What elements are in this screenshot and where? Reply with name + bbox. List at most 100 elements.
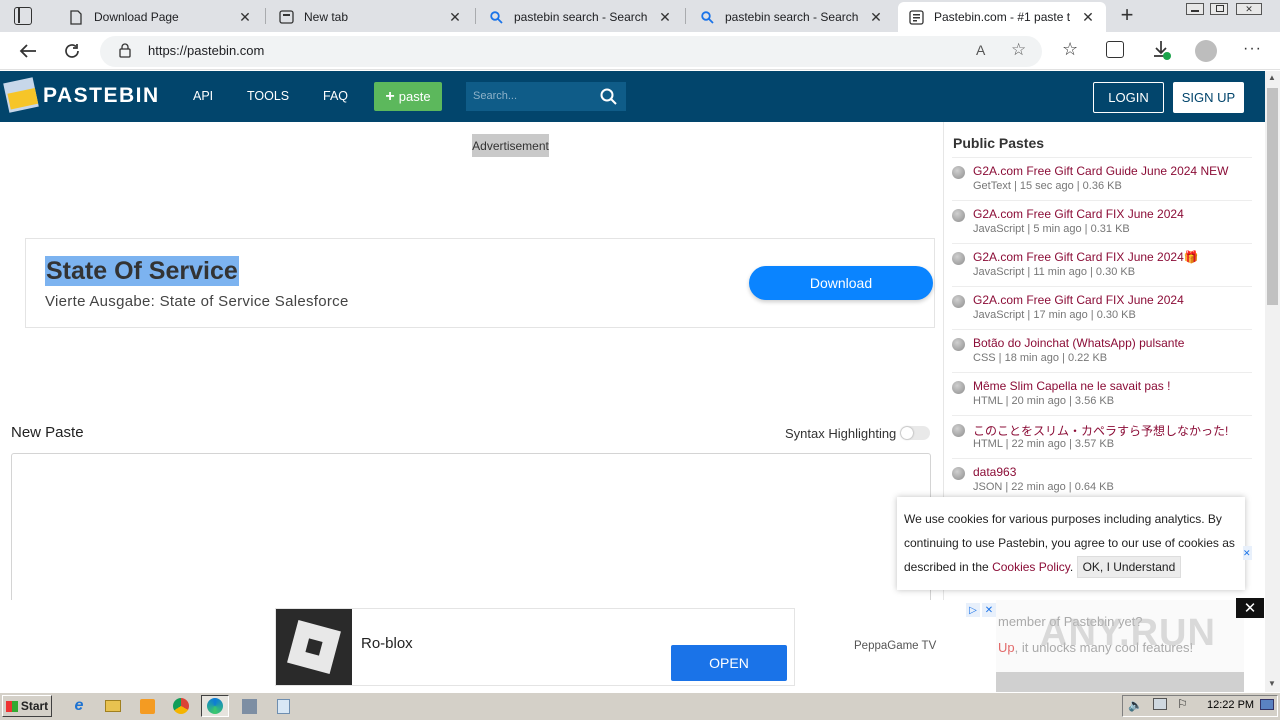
list-item[interactable]: Même Slim Capella ne le savait pas ! HTML… <box>952 372 1252 415</box>
tab-label: pastebin search - Search <box>514 10 648 24</box>
list-item[interactable]: このことをスリム・カペラすら予想しなかった! HTML | 22 min ago … <box>952 415 1252 458</box>
tab-pastebin-search-1[interactable]: pastebin search - Search ✕ <box>478 2 683 32</box>
tab-divider <box>475 8 476 24</box>
login-button[interactable]: LOGIN <box>1093 82 1164 113</box>
paste-title[interactable]: Botão do Joinchat (WhatsApp) pulsante <box>973 336 1184 350</box>
file-explorer-icon[interactable] <box>102 696 124 716</box>
scrollbar-thumb[interactable] <box>1267 88 1278 305</box>
site-search-icon[interactable] <box>600 88 617 108</box>
notepad-icon[interactable] <box>272 696 294 716</box>
syntax-highlighting-toggle[interactable] <box>900 426 930 440</box>
list-item[interactable]: G2A.com Free Gift Card FIX June 2024 Java… <box>952 286 1252 329</box>
paste-title[interactable]: G2A.com Free Gift Card FIX June 2024 <box>973 207 1184 221</box>
paste-title[interactable]: G2A.com Free Gift Card Guide June 2024 N… <box>973 164 1228 178</box>
public-pastes-heading: Public Pastes <box>953 135 1045 151</box>
side-ad-close-icon[interactable]: ✕ <box>1243 546 1252 560</box>
scroll-down-icon[interactable]: ▼ <box>1268 679 1276 688</box>
lock-icon[interactable] <box>119 43 131 61</box>
system-tray <box>1122 695 1278 717</box>
globe-icon <box>952 166 965 179</box>
nav-faq[interactable]: FAQ <box>323 89 348 103</box>
nav-api[interactable]: API <box>193 89 213 103</box>
collections-icon[interactable] <box>1106 41 1124 58</box>
window-close-icon[interactable]: ✕ <box>1236 3 1262 15</box>
close-tab-icon[interactable]: ✕ <box>237 9 253 26</box>
site-header <box>0 71 1265 122</box>
start-button[interactable]: Start <box>2 695 52 717</box>
close-tab-icon[interactable]: ✕ <box>657 9 673 26</box>
network-tool-icon[interactable] <box>238 696 260 716</box>
paste-button-label: paste <box>398 89 431 104</box>
new-paste-heading: New Paste <box>11 424 84 441</box>
restore-icon[interactable] <box>1210 3 1228 15</box>
paste-meta: JavaScript | 5 min ago | 0.31 KB <box>973 223 1130 235</box>
new-paste-button[interactable]: + paste <box>374 82 442 111</box>
internet-explorer-icon[interactable]: e <box>68 696 90 716</box>
list-item[interactable]: data963 JSON | 22 min ago | 0.64 KB <box>952 458 1252 501</box>
window-menu-icon[interactable] <box>14 7 32 25</box>
close-tab-icon[interactable]: ✕ <box>868 9 884 26</box>
tab-label: New tab <box>304 10 349 24</box>
adchoices-icon[interactable]: ▷ <box>966 603 980 617</box>
tab-pastebin-search-2[interactable]: pastebin search - Search ✕ <box>689 2 894 32</box>
roblox-app-name[interactable]: Ro-blox <box>361 635 413 652</box>
refresh-icon[interactable] <box>57 36 87 66</box>
edge-icon[interactable] <box>201 695 229 717</box>
chrome-icon[interactable] <box>170 696 192 716</box>
media-player-icon[interactable] <box>136 696 158 716</box>
tab-pastebin-active[interactable]: Pastebin.com - #1 paste t ✕ <box>898 2 1106 32</box>
paste-title[interactable]: data963 <box>973 465 1016 479</box>
adchoices[interactable]: ▷ ✕ <box>966 603 996 617</box>
url-text[interactable]: https://pastebin.com <box>148 43 264 58</box>
cookie-text-end: . <box>1069 560 1074 574</box>
paste-title[interactable]: G2A.com Free Gift Card FIX June 2024🎁 <box>973 250 1199 264</box>
list-item[interactable]: Botão do Joinchat (WhatsApp) pulsante CSS… <box>952 329 1252 372</box>
globe-icon <box>952 381 965 394</box>
roblox-logo-icon[interactable] <box>276 609 352 685</box>
nav-tools[interactable]: TOOLS <box>247 89 289 103</box>
back-arrow-icon[interactable] <box>13 36 43 66</box>
close-bottom-ad-icon[interactable]: ✕ <box>1236 598 1264 618</box>
list-item[interactable]: G2A.com Free Gift Card FIX June 2024 Java… <box>952 200 1252 243</box>
globe-icon <box>952 467 965 480</box>
tab-new-tab[interactable]: New tab ✕ <box>268 2 473 32</box>
profile-avatar[interactable] <box>1195 40 1217 62</box>
paste-textarea[interactable] <box>11 453 931 603</box>
paste-title[interactable]: このことをスリム・カペラすら予想しなかった! <box>973 422 1228 439</box>
downloads-icon[interactable] <box>1152 40 1172 63</box>
site-logo-text[interactable]: PASTEBIN <box>43 84 160 108</box>
read-aloud-icon[interactable]: A <box>976 42 985 58</box>
taskbar <box>0 692 1280 720</box>
network-icon[interactable] <box>1153 698 1167 710</box>
paste-title[interactable]: Même Slim Capella ne le savait pas ! <box>973 379 1170 393</box>
globe-icon <box>952 209 965 222</box>
tab-download-page[interactable]: Download Page ✕ <box>58 2 263 32</box>
page-icon <box>68 9 84 25</box>
minimize-icon[interactable] <box>1186 3 1204 15</box>
ad-title[interactable]: State Of Service <box>45 256 239 286</box>
pastebin-logo-icon[interactable] <box>3 77 39 113</box>
open-app-button[interactable]: OPEN <box>671 645 787 681</box>
signup-promo-link[interactable]: Up <box>998 640 1015 655</box>
cookie-policy-link[interactable]: Cookies Policy <box>992 560 1070 574</box>
list-item[interactable]: G2A.com Free Gift Card Guide June 2024 N… <box>952 157 1252 200</box>
paste-meta: CSS | 18 min ago | 0.22 KB <box>973 352 1108 364</box>
paste-title[interactable]: G2A.com Free Gift Card FIX June 2024 <box>973 293 1184 307</box>
signup-button[interactable]: SIGN UP <box>1173 82 1244 113</box>
more-menu-icon[interactable]: ··· <box>1243 40 1262 58</box>
list-item[interactable]: G2A.com Free Gift Card FIX June 2024🎁 Jav… <box>952 243 1252 286</box>
volume-icon[interactable]: 🔈 <box>1128 698 1143 712</box>
paste-meta: HTML | 22 min ago | 3.57 KB <box>973 438 1115 450</box>
flag-icon[interactable]: ⚐ <box>1177 697 1188 711</box>
tab-divider <box>685 8 686 24</box>
close-tab-icon[interactable]: ✕ <box>447 9 463 26</box>
ad-download-button[interactable]: Download <box>749 266 933 300</box>
new-tab-plus-icon[interactable]: + <box>1116 4 1138 28</box>
show-desktop-icon[interactable] <box>1260 699 1274 710</box>
scroll-up-icon[interactable]: ▲ <box>1268 73 1276 82</box>
favorites-icon[interactable]: ☆ <box>1062 39 1078 60</box>
ad-close-icon[interactable]: ✕ <box>982 603 996 617</box>
add-favorite-icon[interactable]: ☆ <box>1011 40 1026 60</box>
cookie-accept-button[interactable]: OK, I Understand <box>1076 556 1182 578</box>
close-tab-icon[interactable]: ✕ <box>1080 9 1096 26</box>
